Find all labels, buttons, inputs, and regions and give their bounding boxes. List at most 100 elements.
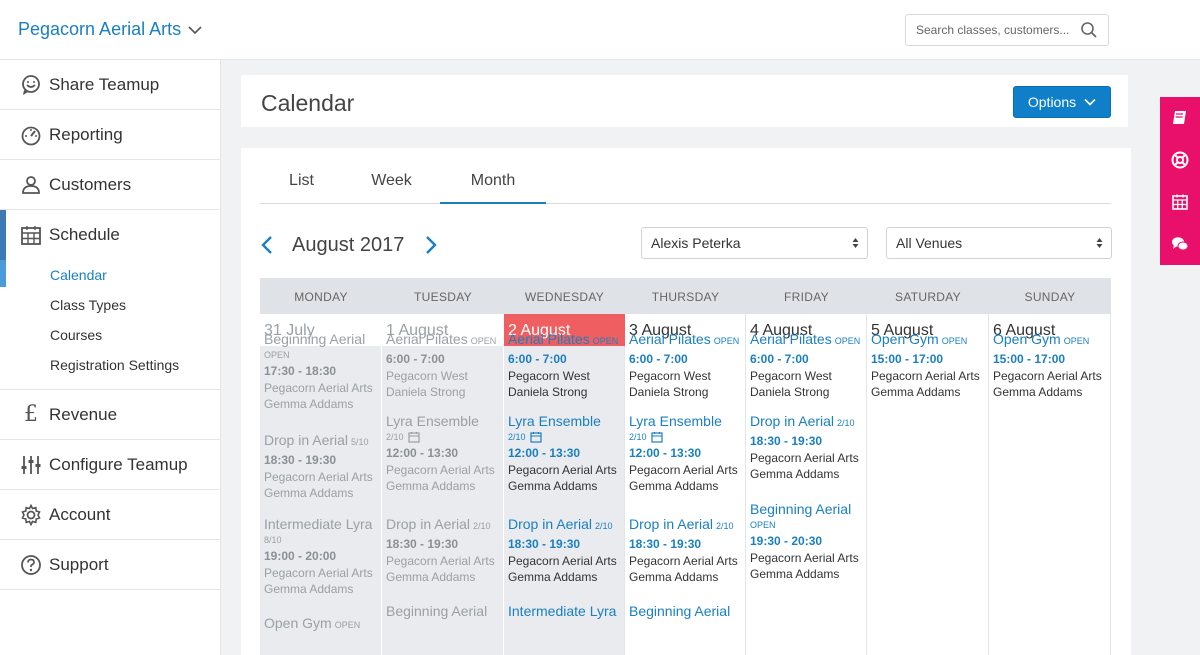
event-time: 6:00 - 7:00 [750,352,809,366]
brand-switcher[interactable]: Pegacorn Aerial Arts [18,19,203,40]
event-venue: Pegacorn Aerial Arts [993,369,1102,383]
sidebar-item-support[interactable]: Support [0,540,220,590]
calendar-event[interactable]: Aerial Pilates OPEN 6:00 - 7:00 Pegacorn We… [508,330,624,400]
calendar-event[interactable]: Beginning Aerial OPEN 19:30 - 20:30 Pegacor… [750,500,866,582]
sidebar-item-schedule[interactable]: Schedule [0,210,220,260]
tab-month[interactable]: Month [440,162,546,204]
calendar-event[interactable]: Intermediate Lyra 8/10 19:00 - 20:00 Pegaco… [264,515,380,597]
event-instructor: Gemma Addams [993,385,1083,399]
calendar-event[interactable]: Open Gym OPEN [264,614,380,634]
sidebar-item-share-teamup[interactable]: Share Teamup [0,60,220,110]
event-name[interactable]: Drop in Aerial 2/10 [629,515,745,535]
search-input[interactable] [906,15,1076,45]
event-title: Drop in Aerial [508,516,593,532]
calendar-event[interactable]: Drop in Aerial 2/10 18:30 - 19:30 Pegacorn … [386,515,502,585]
sidebar-item-revenue[interactable]: £ Revenue [0,390,220,440]
event-name[interactable]: Drop in Aerial 5/10 [264,431,380,451]
event-capacity-tag: OPEN [470,336,497,346]
sidebar-item-reporting[interactable]: Reporting [0,110,220,160]
subnav-class-types[interactable]: Class Types [0,290,220,320]
event-name[interactable]: Intermediate Lyra [508,602,624,620]
course-calendar-icon [529,431,542,443]
event-capacity-tag: 2/10 [837,418,855,428]
day-cell[interactable]: 5 August Open Gym OPEN 15:00 - 17:00 Pegacor… [867,314,989,655]
options-button[interactable]: Options [1013,86,1111,118]
calendar-event[interactable]: Drop in Aerial 2/10 18:30 - 19:30 Pegacorn … [508,515,624,585]
calendar-event[interactable]: Beginning Aerial [386,602,502,620]
event-name[interactable]: Drop in Aerial 2/10 [750,412,866,432]
event-instructor: Gemma Addams [264,582,354,596]
day-cell[interactable]: 3 August Aerial Pilates OPEN 6:00 - 7:00 Peg… [625,314,746,655]
side-tool-chat[interactable] [1160,223,1200,265]
event-name[interactable]: Lyra Ensemble [386,412,502,430]
event-name[interactable]: Drop in Aerial 2/10 [386,515,502,535]
event-name[interactable]: Aerial Pilates OPEN [508,330,624,350]
event-name[interactable]: Beginning Aerial [750,500,866,518]
calendar-panel: List Week Month August 2017 Alexis Peter… [241,148,1131,655]
event-name[interactable]: Intermediate Lyra [264,515,380,533]
event-name[interactable]: Aerial Pilates OPEN [750,330,866,350]
active-indicator [0,210,6,287]
side-tool-calendar[interactable] [1160,181,1200,223]
sidebar-item-configure-teamup[interactable]: Configure Teamup [0,440,220,490]
day-cell[interactable]: 2 August Aerial Pilates OPEN 6:00 - 7:00 Peg… [504,314,625,655]
side-tool-book[interactable] [1160,97,1200,139]
event-name[interactable]: Beginning Aerial [264,330,380,348]
day-cell[interactable]: 4 August Aerial Pilates OPEN 6:00 - 7:00 Peg… [746,314,867,655]
tab-week[interactable]: Week [350,162,433,204]
sidebar-item-customers[interactable]: Customers [0,160,220,210]
event-name[interactable]: Open Gym OPEN [993,330,1109,350]
calendar-event[interactable]: Open Gym OPEN 15:00 - 17:00 Pegacorn Aerial… [993,330,1109,400]
calendar-event[interactable]: Lyra Ensemble 2/10 12:00 - 13:30 Pegacorn A… [386,412,502,494]
event-venue: Pegacorn Aerial Arts [386,554,495,568]
weekday-label: SUNDAY [1024,290,1076,304]
page-title: Calendar [261,90,355,116]
chevron-left-icon[interactable] [260,235,274,255]
calendar-event[interactable]: Lyra Ensemble 2/10 12:00 - 13:30 Pegacorn A… [629,412,745,494]
event-name[interactable]: Open Gym OPEN [871,330,987,350]
event-time: 18:30 - 19:30 [386,537,459,551]
event-time: 18:30 - 19:30 [264,453,337,467]
calendar-event[interactable]: Aerial Pilates OPEN 6:00 - 7:00 Pegacorn We… [750,330,866,400]
calendar-event[interactable]: Beginning Aerial [629,602,745,620]
venue-select[interactable]: All Venues [886,227,1112,259]
event-name[interactable]: Beginning Aerial [629,602,745,620]
calendar-event[interactable]: Beginning Aerial OPEN 17:30 - 18:30 Pegacor… [264,330,380,412]
weekday-label: SATURDAY [895,290,961,304]
event-name[interactable]: Lyra Ensemble [508,412,624,430]
calendar-event[interactable]: Intermediate Lyra [508,602,624,620]
event-name[interactable]: Aerial Pilates OPEN [386,330,502,350]
side-tool-help[interactable] [1160,139,1200,181]
weekday-label: MONDAY [294,290,348,304]
event-time: 17:30 - 18:30 [264,364,337,378]
subnav-courses[interactable]: Courses [0,320,220,350]
calendar-event[interactable]: Lyra Ensemble 2/10 12:00 - 13:30 Pegacorn A… [508,412,624,494]
subnav-calendar[interactable]: Calendar [0,260,220,290]
event-name[interactable]: Aerial Pilates OPEN [629,330,745,350]
subnav-registration-settings[interactable]: Registration Settings [0,350,220,380]
sidebar-item-account[interactable]: Account [0,490,220,540]
pound-icon: £ [24,402,38,427]
instructor-select[interactable]: Alexis Peterka [641,227,868,259]
calendar-event[interactable]: Drop in Aerial 2/10 18:30 - 19:30 Pegacorn … [750,412,866,482]
calendar-event[interactable]: Drop in Aerial 5/10 18:30 - 19:30 Pegacorn … [264,431,380,501]
calendar-event[interactable]: Aerial Pilates OPEN 6:00 - 7:00 Pegacorn We… [386,330,502,400]
capacity-text: 2/10 [386,432,404,442]
day-cell[interactable]: 6 August Open Gym OPEN 15:00 - 17:00 Pegacor… [989,314,1111,655]
event-name[interactable]: Open Gym OPEN [264,614,380,634]
tab-list[interactable]: List [260,162,343,204]
chevron-right-icon[interactable] [424,235,438,255]
day-cell[interactable]: 1 August Aerial Pilates OPEN 6:00 - 7:00 Peg… [382,314,504,655]
search-icon[interactable] [1080,21,1098,39]
event-name[interactable]: Lyra Ensemble [629,412,745,430]
event-title: Beginning Aerial [386,603,488,619]
calendar-event[interactable]: Drop in Aerial 2/10 18:30 - 19:30 Pegacorn … [629,515,745,585]
event-name[interactable]: Drop in Aerial 2/10 [508,515,624,535]
course-calendar-icon [650,431,663,443]
day-cell[interactable]: 31 July Beginning Aerial OPEN 17:30 - 18:30… [260,314,382,655]
event-time: 15:00 - 17:00 [993,352,1066,366]
calendar-event[interactable]: Aerial Pilates OPEN 6:00 - 7:00 Pegacorn We… [629,330,745,400]
event-venue: Pegacorn Aerial Arts [386,463,495,477]
calendar-event[interactable]: Open Gym OPEN 15:00 - 17:00 Pegacorn Aerial… [871,330,987,400]
event-name[interactable]: Beginning Aerial [386,602,502,620]
